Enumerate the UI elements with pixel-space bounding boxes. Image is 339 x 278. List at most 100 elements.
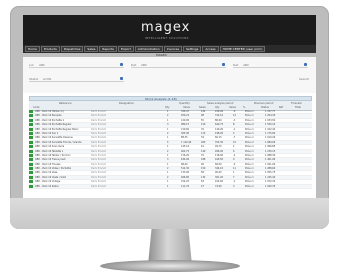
table-cell: 11 (233, 167, 236, 171)
table-cell: Prévu 1 (245, 114, 254, 118)
table-cell: -1 (233, 127, 236, 131)
table-cell: 1 (167, 180, 169, 184)
filter-panel: Lot ABC Dat ABC Dat ABC Statut Actifs Se… (23, 57, 316, 93)
column-header[interactable]: Value (229, 106, 236, 109)
table-cell: CBD - Pack 10 Hamac (L) (35, 110, 64, 113)
column-header[interactable]: % (243, 106, 245, 109)
table-cell: 1 550,10 (265, 123, 276, 127)
table-cell: 2 (167, 167, 169, 171)
row-status-icon (29, 145, 33, 149)
table-cell: 154,25 (181, 180, 190, 184)
table-cell: 1 175,60 (265, 131, 276, 135)
table-row[interactable]: CBD - Pack 10 Zebra Demi Produit 1 111,70 47… (29, 184, 312, 190)
table-cell: 1 245,40 (265, 175, 276, 179)
table-cell: 344,10 (215, 167, 224, 171)
table-cell: 1 (167, 127, 169, 131)
column-header[interactable]: Total (295, 106, 301, 109)
row-status-icon (29, 167, 33, 171)
monitor-chin (10, 198, 329, 229)
table-cell: Prévu 1 (245, 167, 254, 171)
table-cell: 120,00 (181, 118, 190, 122)
column-header[interactable]: Sales (199, 106, 206, 109)
table-cell: 3 (233, 184, 235, 188)
table-cell: 4 (167, 140, 169, 144)
row-status-icon (29, 110, 33, 113)
menu-item[interactable]: Administration (134, 46, 163, 52)
table-cell: 1 120,40 (181, 140, 192, 144)
table-cell: 1 230,15 (265, 149, 276, 153)
column-header[interactable]: Qty (215, 106, 219, 109)
filter-c-icon[interactable] (304, 63, 307, 66)
table-cell: 2 (233, 145, 235, 149)
table-cell: 1 288,60 (265, 167, 276, 171)
table-cell: Demi Produit (91, 153, 106, 157)
column-group-header: Previous period (254, 102, 274, 105)
table-cell: 15 (233, 140, 236, 144)
table-cell: 3 (167, 158, 169, 162)
menu-item[interactable]: Dispatches (60, 46, 84, 52)
table-cell: 1 040,35 (265, 184, 276, 188)
menu-item[interactable]: Sales (84, 46, 99, 52)
table-cell: Prévu 1 (245, 131, 254, 135)
table-cell: 420,50 (215, 158, 224, 162)
table-cell: 1 088,30 (265, 153, 276, 157)
table-cell: 124 (201, 110, 206, 113)
table-cell: CBD - Pack 10 Tablier / Torchon (35, 153, 71, 157)
table-cell: CBD - Pack 10 Pochette Regular (35, 123, 72, 127)
table-cell: 1 066,85 (265, 145, 276, 149)
table-cell: Demi Produit (91, 158, 106, 162)
table-cell: CBD - Pack 10 Trousse (35, 162, 61, 166)
menu-item[interactable]: Access (202, 46, 219, 52)
table-cell: 112 (201, 131, 206, 135)
table-cell: 2 (167, 114, 169, 118)
table-cell: 76 (201, 127, 204, 131)
search-button[interactable]: Search (299, 77, 309, 81)
row-status-icon (29, 175, 33, 179)
table-cell: 1 (167, 136, 169, 140)
menu-item[interactable]: HOME CENTER (user prim) (219, 46, 266, 52)
table-cell: 634,00 (181, 158, 190, 162)
table-cell: 2 (167, 131, 169, 135)
menu-item[interactable]: Export (117, 46, 134, 52)
table-cell: 98,40 (181, 162, 188, 166)
table-cell: 74,90 (215, 184, 222, 188)
row-status-icon (29, 162, 33, 166)
filter-a-icon[interactable] (120, 63, 123, 66)
column-group-header: Designation (119, 102, 134, 105)
table-cell: CBD - Pack 10 Panoplie (35, 114, 62, 118)
filter-a-underline (29, 67, 124, 68)
menu-item[interactable]: Products (40, 46, 60, 52)
table-cell: 7 (233, 175, 235, 179)
table-cell: -2 (233, 153, 236, 157)
app-logo[interactable]: magex (141, 20, 190, 35)
table-cell: 1 (167, 153, 169, 157)
table-cell: Demi Produit (91, 180, 106, 184)
column-header[interactable]: Ref (279, 106, 283, 109)
column-header[interactable]: Status (261, 106, 269, 109)
table-cell: 1 055,75 (265, 171, 276, 175)
main-menu: Home Products Dispatches Sales Reports Export… (23, 45, 316, 53)
table-cell: Prévu 1 (245, 149, 254, 153)
table-cell: Prévu 1 (245, 184, 254, 188)
menu-item[interactable]: Invoices (163, 46, 183, 52)
table-cell: Prévu 1 (245, 145, 254, 149)
row-status-icon (29, 149, 33, 153)
table-cell: 266,00 (215, 149, 224, 153)
table-cell: CBD - Pack 10 Zebra (35, 184, 59, 188)
column-header[interactable]: Value (183, 106, 190, 109)
table-cell: Prévu 2 (245, 158, 254, 162)
table-cell: 4 (233, 131, 235, 135)
table-cell: 111,70 (181, 184, 190, 188)
table-cell: CBD - Pack 10 Pochette 1 (35, 118, 65, 122)
menu-item[interactable]: Reports (99, 46, 117, 52)
filter-b-icon[interactable] (222, 63, 225, 66)
table-cell: Prévu 1 (245, 180, 254, 184)
menu-item[interactable]: Home (25, 46, 40, 52)
column-header[interactable]: Qty (165, 106, 169, 109)
filter-d-icon[interactable] (120, 77, 123, 80)
table-body: CBD - Pack 10 Hamac (L) Demi Produit 1 320,… (29, 110, 312, 190)
menu-item[interactable]: Settings (183, 46, 202, 52)
column-header[interactable]: Code (33, 106, 39, 109)
table-cell: CBD - Pack 10 Vase (35, 171, 58, 175)
table-cell: 140 (201, 149, 206, 153)
